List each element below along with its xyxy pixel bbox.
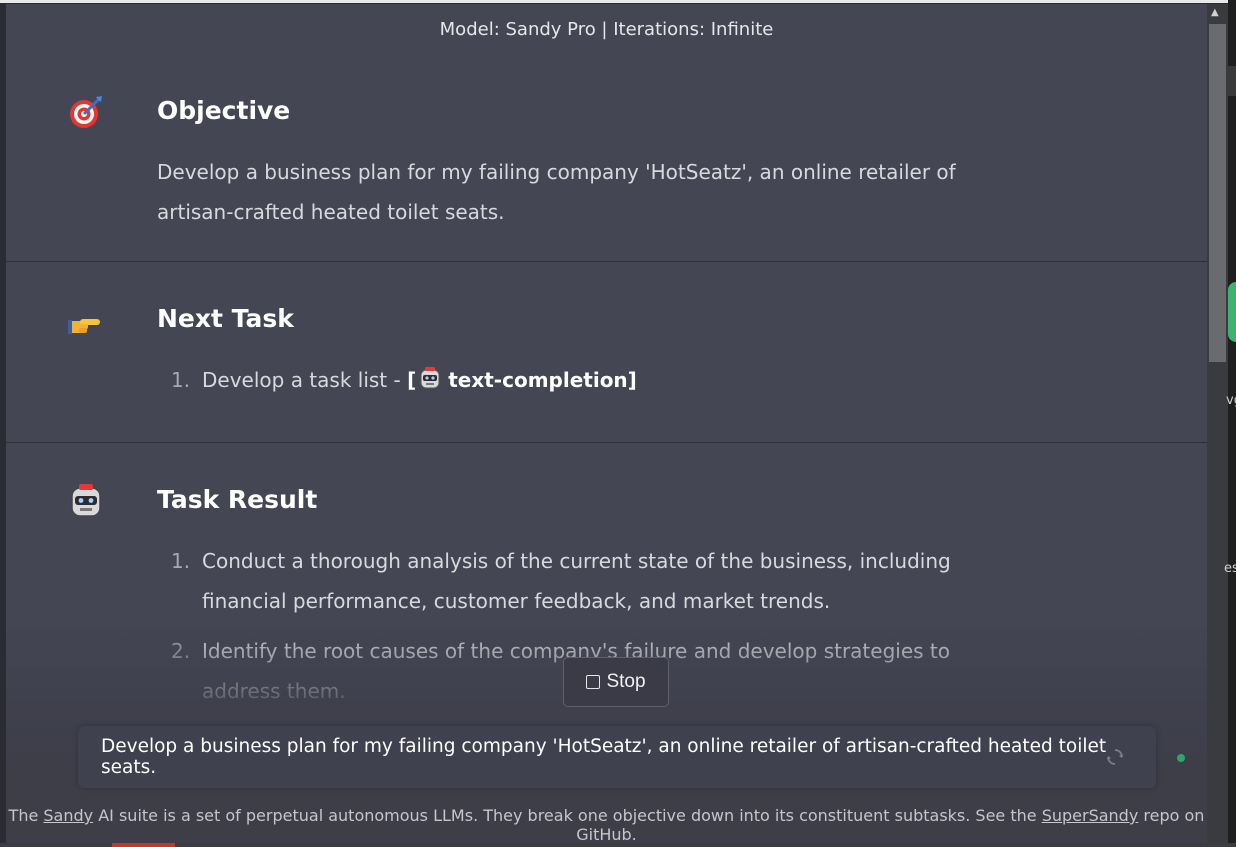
- footer-mid: AI suite is a set of perpetual autonomou…: [93, 806, 1042, 825]
- list-number: 1.: [171, 549, 191, 573]
- scroll-up-arrow-icon[interactable]: ▲: [1211, 7, 1219, 18]
- robot-icon: [68, 483, 104, 519]
- taskbar-active-indicator: [112, 843, 175, 847]
- result-text: Conduct a thorough analysis of the curre…: [202, 549, 951, 613]
- loading-spinner-icon: [1106, 748, 1124, 766]
- task-result-title: Task Result: [157, 485, 318, 514]
- model-info-bar: Model: Sandy Pro | Iterations: Infinite: [439, 18, 774, 40]
- objective-input-value: Develop a business plan for my failing c…: [101, 736, 1107, 778]
- next-task-list: 1. Develop a task list - [ text-completi…: [157, 360, 957, 415]
- list-item: 1. Develop a task list - [ text-completi…: [157, 360, 957, 405]
- task-result-list: 1. Conduct a thorough analysis of the cu…: [157, 541, 957, 721]
- next-task-section: Next Task 1. Develop a task list - [tex…: [6, 262, 1207, 443]
- background-text: es: [1224, 561, 1236, 576]
- stop-icon: [586, 675, 601, 689]
- background-text: vg: [1226, 393, 1236, 408]
- background-green-shape: [1228, 282, 1236, 342]
- chat-app: Model: Sandy Pro | Iterations: Infinite …: [6, 4, 1207, 847]
- list-item: 2. Identify the root causes of the compa…: [157, 631, 957, 711]
- objective-text: Develop a business plan for my failing c…: [157, 160, 956, 224]
- next-task-title: Next Task: [157, 304, 294, 333]
- background-window-strip: [1228, 66, 1236, 96]
- stop-button[interactable]: Stop: [563, 657, 669, 707]
- connection-status-dot: [1177, 754, 1185, 762]
- list-number: 2.: [171, 639, 191, 663]
- supersandy-link[interactable]: SuperSandy: [1042, 806, 1139, 825]
- objective-input[interactable]: Develop a business plan for my failing c…: [78, 726, 1156, 788]
- task-text: Develop a task list -: [202, 368, 408, 392]
- agent-bracket: [: [407, 368, 417, 392]
- list-number: 1.: [171, 368, 191, 392]
- objective-section: Objective Develop a business plan for my…: [6, 54, 1207, 262]
- robot-icon: [418, 365, 442, 405]
- agent-name: text-completion]: [448, 368, 637, 392]
- background-window: [1228, 0, 1236, 847]
- pointing-hand-icon: [68, 309, 104, 345]
- target-icon: [68, 94, 104, 130]
- window-top-border: [0, 0, 1236, 3]
- taskbar-edge: [0, 843, 1236, 847]
- footer-pre: The: [8, 806, 44, 825]
- scrollbar-thumb[interactable]: [1209, 24, 1226, 362]
- stop-label: Stop: [606, 671, 646, 692]
- list-item: 1. Conduct a thorough analysis of the cu…: [157, 541, 957, 621]
- objective-title: Objective: [157, 96, 291, 125]
- sandy-link[interactable]: Sandy: [43, 806, 93, 825]
- footer-text: The Sandy AI suite is a set of perpetual…: [6, 806, 1207, 844]
